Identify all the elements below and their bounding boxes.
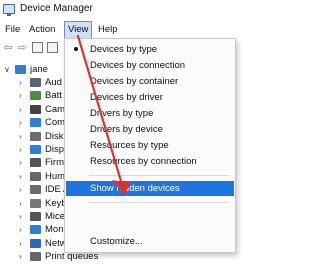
network-adapter-icon <box>30 238 41 248</box>
chevron-right-icon[interactable]: › <box>19 89 22 102</box>
monitor-icon <box>30 225 41 235</box>
selected-bullet-icon <box>74 47 78 51</box>
tree-item-label: Firm <box>45 157 64 169</box>
computer-icon <box>30 118 41 128</box>
tree-item-label: Hum <box>45 170 66 182</box>
keyboard-icon <box>30 198 41 208</box>
chevron-right-icon[interactable]: › <box>19 223 22 236</box>
menu-item-devices-by-type[interactable]: Devices by type <box>66 42 234 57</box>
tree-root-label: jane <box>30 64 48 75</box>
device-manager-icon <box>3 4 15 16</box>
chevron-right-icon[interactable]: › <box>19 250 22 263</box>
mouse-icon <box>30 212 41 221</box>
tree-item-label: Disk <box>45 130 64 142</box>
properties-icon[interactable] <box>32 42 43 53</box>
window-title: Device Manager <box>20 3 93 14</box>
tree-item-label: Batt <box>45 90 62 102</box>
chevron-down-icon[interactable]: ∨ <box>4 63 10 76</box>
computer-icon <box>15 65 26 74</box>
menu-view[interactable]: View <box>64 21 93 39</box>
chevron-right-icon[interactable]: › <box>19 197 22 210</box>
chevron-right-icon[interactable]: › <box>19 210 22 223</box>
menu-bar: File Action View Help <box>0 21 300 39</box>
back-arrow-icon[interactable]: ⇦ <box>2 42 14 54</box>
disk-icon <box>30 131 41 141</box>
battery-icon <box>30 91 41 101</box>
menu-item-resources-by-type[interactable]: Resources by type <box>66 138 234 153</box>
printer-icon <box>30 252 41 262</box>
menu-item-drivers-by-device[interactable]: Drivers by device <box>66 122 234 137</box>
tree-item-label: Cam <box>45 103 66 115</box>
chevron-right-icon[interactable]: › <box>19 116 22 129</box>
menu-action[interactable]: Action <box>26 21 58 39</box>
audio-icon <box>30 78 41 87</box>
menu-separator <box>89 175 229 176</box>
chevron-right-icon[interactable]: › <box>19 143 22 156</box>
title-bar: Device Manager <box>0 0 300 20</box>
chevron-right-icon[interactable]: › <box>19 237 22 250</box>
chevron-right-icon[interactable]: › <box>19 183 22 196</box>
human-interface-icon <box>30 171 41 181</box>
tree-item-label: Com <box>45 117 66 129</box>
menu-item-resources-by-connection[interactable]: Resources by connection <box>66 154 234 169</box>
menu-item-show-hidden-devices[interactable]: Show hidden devices <box>66 181 234 196</box>
menu-item-devices-by-driver[interactable]: Devices by driver <box>66 90 234 105</box>
tree-item-label: Aud <box>45 77 62 88</box>
menu-file[interactable]: File <box>2 21 23 39</box>
firmware-icon <box>30 158 41 168</box>
tree-item-label: Disp <box>45 144 65 155</box>
display-icon <box>30 145 41 154</box>
forward-arrow-icon[interactable]: ⇨ <box>16 42 28 54</box>
chevron-right-icon[interactable]: › <box>19 103 22 116</box>
chevron-right-icon[interactable]: › <box>19 170 22 183</box>
chevron-right-icon[interactable]: › <box>19 130 22 143</box>
help-icon[interactable] <box>47 42 58 53</box>
menu-item-devices-by-container[interactable]: Devices by container <box>66 74 234 89</box>
menu-item-customize[interactable]: Customize... <box>66 234 234 249</box>
menu-item-devices-by-connection[interactable]: Devices by connection <box>66 58 234 73</box>
menu-item-drivers-by-type[interactable]: Drivers by type <box>66 106 234 121</box>
ide-icon <box>30 185 41 195</box>
chevron-right-icon[interactable]: › <box>19 156 22 169</box>
camera-icon <box>30 104 41 114</box>
chevron-right-icon[interactable]: › <box>19 76 22 89</box>
menu-separator <box>89 202 229 203</box>
menu-help[interactable]: Help <box>95 21 121 39</box>
view-menu-dropdown: Devices by type Devices by connection De… <box>64 38 236 253</box>
tree-item-label: Mice <box>45 211 66 222</box>
